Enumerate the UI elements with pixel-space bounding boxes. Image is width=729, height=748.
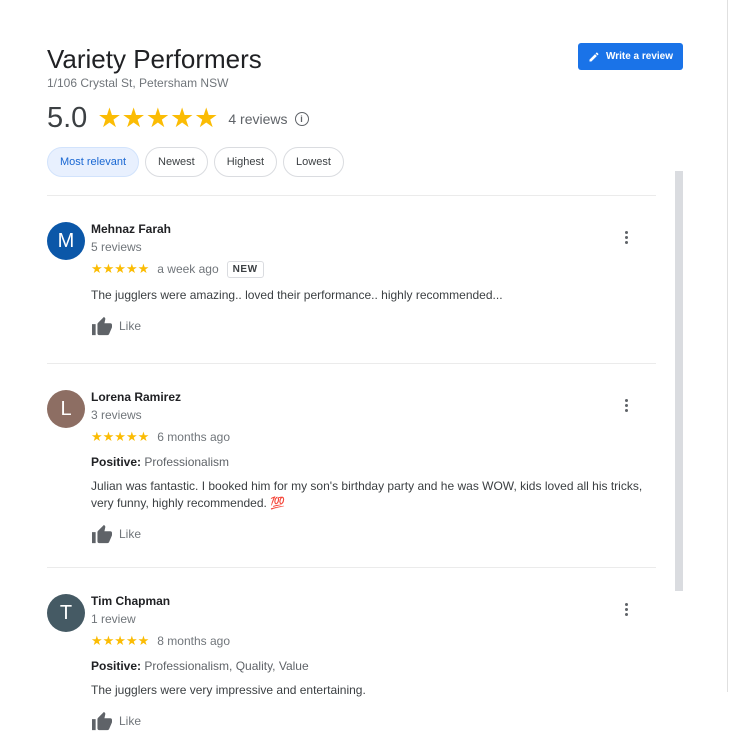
like-button[interactable]: Like [91, 524, 656, 544]
thumbs-up-icon [92, 711, 112, 731]
like-label: Like [119, 319, 142, 333]
rating-stars: ★★★★★ [97, 103, 219, 133]
reviewer-review-count: 1 review [91, 612, 136, 626]
sort-highest[interactable]: Highest [213, 147, 278, 177]
write-review-label: Write a review [605, 51, 674, 62]
reviewer-name[interactable]: Mehnaz Farah [91, 222, 656, 236]
new-badge: NEW [226, 260, 264, 278]
avatar[interactable]: L [47, 390, 85, 428]
positive-label: Positive: [91, 455, 142, 469]
thumbs-up-icon [92, 524, 112, 544]
review-positive: Positive: Professionalism [91, 455, 656, 469]
reviewer-review-count: 5 reviews [91, 240, 142, 254]
avatar[interactable]: T [47, 594, 85, 632]
divider [47, 567, 656, 568]
review-stars: ★★★★★ [91, 261, 150, 276]
review-stars: ★★★★★ [91, 633, 150, 648]
avatar[interactable]: M [47, 222, 85, 260]
like-label: Like [119, 714, 142, 728]
sort-most-relevant[interactable]: Most relevant [47, 147, 140, 177]
sort-lowest[interactable]: Lowest [283, 147, 344, 177]
more-options-icon[interactable] [623, 602, 629, 617]
thumbs-up-icon [92, 316, 112, 336]
review-date: a week ago [157, 262, 219, 276]
like-button[interactable]: Like [91, 316, 656, 336]
review-count: 4 reviews [228, 110, 288, 127]
pencil-icon [589, 51, 599, 61]
place-header: Variety Performers 1/106 Crystal St, Pet… [47, 44, 262, 90]
review-date: 8 months ago [157, 634, 230, 648]
place-address: 1/106 Crystal St, Petersham NSW [47, 76, 229, 90]
review-text: The jugglers were amazing.. loved their … [91, 288, 503, 302]
write-review-button[interactable]: Write a review [578, 43, 683, 70]
panel-edge [727, 0, 728, 692]
like-button[interactable]: Like [91, 711, 656, 731]
more-options-icon[interactable] [623, 398, 629, 413]
review-text: The jugglers were very impressive and en… [91, 683, 366, 697]
reviewer-name[interactable]: Lorena Ramirez [91, 390, 656, 404]
positive-value: Professionalism, Quality, Value [144, 659, 309, 673]
more-options-icon[interactable] [623, 230, 629, 245]
positive-label: Positive: [91, 659, 142, 673]
sort-options: Most relevant Newest Highest Lowest [47, 147, 350, 177]
divider [47, 195, 656, 196]
review-stars: ★★★★★ [91, 429, 150, 444]
sort-newest[interactable]: Newest [145, 147, 208, 177]
scrollbar[interactable] [675, 171, 683, 591]
like-label: Like [119, 527, 142, 541]
divider [47, 363, 656, 364]
reviewer-name[interactable]: Tim Chapman [91, 594, 656, 608]
info-icon[interactable]: i [294, 111, 309, 126]
review-positive: Positive: Professionalism, Quality, Valu… [91, 659, 656, 673]
rating-value: 5.0 [47, 102, 88, 134]
review-date: 6 months ago [157, 430, 230, 444]
positive-value: Professionalism [144, 455, 230, 469]
rating-summary: 5.0 ★★★★★ 4 reviews i [47, 102, 309, 135]
review-text: Julian was fantastic. I booked him for m… [91, 479, 643, 510]
reviewer-review-count: 3 reviews [91, 408, 142, 422]
place-title: Variety Performers [47, 44, 262, 74]
